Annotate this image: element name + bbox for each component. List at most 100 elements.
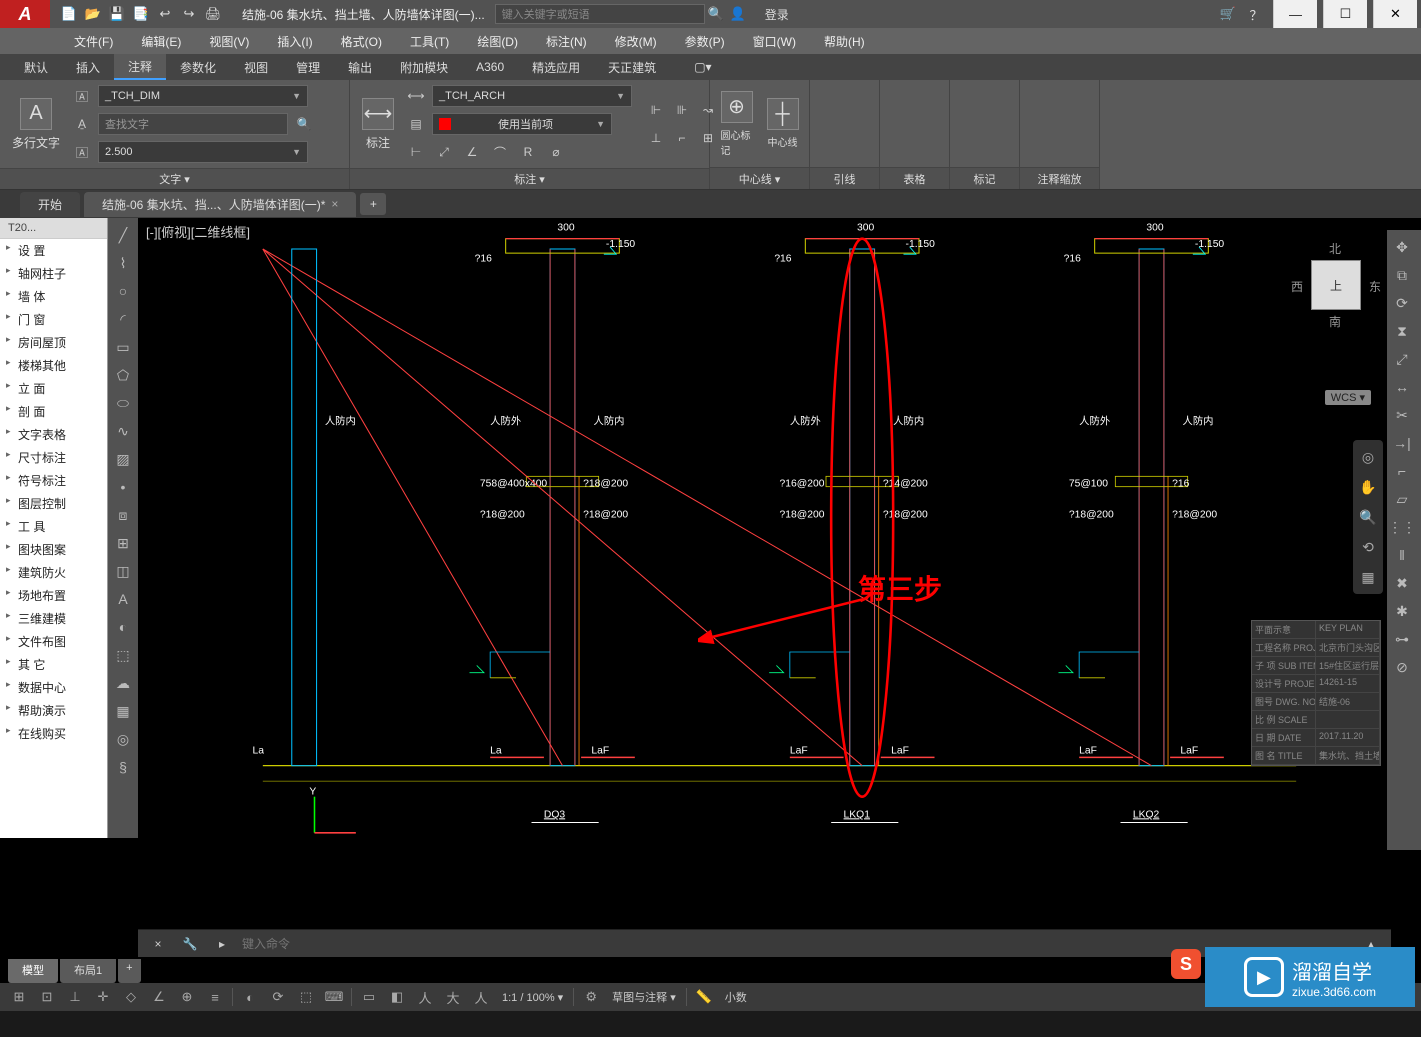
block-icon[interactable]: ⧈ — [110, 502, 136, 528]
polygon-icon[interactable]: ⬠ — [110, 362, 136, 388]
move-icon[interactable]: ✥ — [1389, 234, 1415, 260]
palette-item-9[interactable]: 尺寸标注 — [0, 446, 107, 469]
rtab-insert[interactable]: 插入 — [62, 54, 114, 80]
mtext-button[interactable]: A 多行文字 — [8, 94, 64, 155]
grid-icon[interactable]: ⊡ — [34, 986, 60, 1008]
menu-dim[interactable]: 标注(N) — [532, 28, 601, 54]
ellipse-icon[interactable]: ⬭ — [110, 390, 136, 416]
line-icon[interactable]: ╱ — [110, 222, 136, 248]
lwt-icon[interactable]: ≡ — [202, 986, 228, 1008]
menu-param[interactable]: 参数(P) — [671, 28, 739, 54]
boundary-icon[interactable]: ⬚ — [110, 642, 136, 668]
palette-item-12[interactable]: 工 具 — [0, 515, 107, 538]
minimize-button[interactable]: — — [1273, 0, 1317, 28]
circle-icon[interactable]: ○ — [110, 278, 136, 304]
offset-icon[interactable]: ‖ — [1389, 542, 1415, 568]
transp-icon[interactable]: ◐ — [237, 986, 263, 1008]
rtab-a360[interactable]: A360 — [462, 54, 518, 80]
dim-layer-dropdown[interactable]: 使用当前项▼ — [432, 113, 612, 135]
extend-icon[interactable]: →| — [1389, 430, 1415, 456]
fillet-icon[interactable]: ⌐ — [1389, 458, 1415, 484]
dyninput-icon[interactable]: ⌨ — [321, 986, 347, 1008]
wipeout-icon[interactable]: ▦ — [110, 698, 136, 724]
ortho-icon[interactable]: ⊥ — [62, 986, 88, 1008]
status-scale[interactable]: 1:1 / 100% ▾ — [496, 991, 569, 1004]
rtab-output[interactable]: 输出 — [334, 54, 386, 80]
showmotion-icon[interactable]: ▦ — [1355, 564, 1381, 590]
dyn-icon[interactable]: ⊕ — [174, 986, 200, 1008]
point-icon[interactable]: • — [110, 474, 136, 500]
palette-item-11[interactable]: 图层控制 — [0, 492, 107, 515]
osnap-icon[interactable]: ◇ — [118, 986, 144, 1008]
palette-item-3[interactable]: 门 窗 — [0, 308, 107, 331]
dim-angular-icon[interactable]: ∠ — [460, 140, 484, 164]
cube-east[interactable]: 东 — [1369, 278, 1381, 295]
palette-item-21[interactable]: 在线购买 — [0, 722, 107, 745]
palette-item-20[interactable]: 帮助演示 — [0, 699, 107, 722]
palette-item-2[interactable]: 墙 体 — [0, 285, 107, 308]
3dosnap-icon[interactable]: ⬚ — [293, 986, 319, 1008]
palette-item-19[interactable]: 数据中心 — [0, 676, 107, 699]
polar-icon[interactable]: ✛ — [90, 986, 116, 1008]
cube-west[interactable]: 西 — [1291, 278, 1303, 295]
palette-item-0[interactable]: 设 置 — [0, 239, 107, 262]
palette-item-1[interactable]: 轴网柱子 — [0, 262, 107, 285]
rtab-annotate[interactable]: 注释 — [114, 54, 166, 80]
status-units[interactable]: 小数 — [719, 989, 753, 1005]
qat-save-icon[interactable]: 💾 — [106, 3, 128, 25]
region-icon[interactable]: ◫ — [110, 558, 136, 584]
trim-icon[interactable]: ✂ — [1389, 402, 1415, 428]
rtab-tangent[interactable]: 天正建筑 — [594, 54, 670, 80]
menu-file[interactable]: 文件(F) — [60, 28, 127, 54]
palette-item-4[interactable]: 房间屋顶 — [0, 331, 107, 354]
stretch-icon[interactable]: ↔ — [1389, 374, 1415, 400]
tab-close-icon[interactable]: × — [331, 197, 338, 211]
rtab-default[interactable]: 默认 — [10, 54, 62, 80]
drawing-canvas[interactable]: [-][俯视][二维线框] 300DQ3LaLaF人防外人防内758@400x4… — [138, 218, 1421, 838]
panel-title-center[interactable]: 中心线 ▾ — [710, 167, 809, 189]
rtab-featured[interactable]: 精选应用 — [518, 54, 594, 80]
qat-open-icon[interactable]: 📂 — [82, 3, 104, 25]
otrack-icon[interactable]: ∠ — [146, 986, 172, 1008]
palette-item-14[interactable]: 建筑防火 — [0, 561, 107, 584]
palette-item-10[interactable]: 符号标注 — [0, 469, 107, 492]
hatch-icon[interactable]: ▨ — [110, 446, 136, 472]
table-icon[interactable]: ⊞ — [110, 530, 136, 556]
rtab-toggle[interactable]: ▢▾ — [680, 54, 725, 80]
tab-add-button[interactable]: + — [360, 193, 386, 215]
spline-icon[interactable]: ∿ — [110, 418, 136, 444]
anno3-icon[interactable]: 人 — [468, 986, 494, 1008]
qp-icon[interactable]: ▭ — [356, 986, 382, 1008]
command-line[interactable]: × 🔧 ▸ ▴ — [138, 929, 1391, 957]
cmd-tool-icon[interactable]: 🔧 — [178, 932, 202, 956]
panel-title-leader[interactable]: 引线 — [810, 167, 879, 189]
layer-icon[interactable]: ▤ — [404, 112, 428, 136]
search-icon[interactable]: 🔍 — [705, 3, 727, 25]
gradient-icon[interactable]: ◐ — [110, 614, 136, 640]
menu-tools[interactable]: 工具(T) — [396, 28, 463, 54]
dimstyle-icon[interactable]: ⟷ — [404, 84, 428, 108]
centermark-button[interactable]: ⊕ 圆心标记 — [717, 87, 757, 161]
join-icon[interactable]: ⊶ — [1389, 626, 1415, 652]
help-icon[interactable]: ？ — [1245, 3, 1267, 25]
tab-start[interactable]: 开始 — [20, 192, 80, 217]
rtab-manage[interactable]: 管理 — [282, 54, 334, 80]
status-workspace[interactable]: 草图与注释 ▾ — [606, 989, 682, 1005]
text-icon[interactable]: A — [110, 586, 136, 612]
break-icon[interactable]: ⊘ — [1389, 654, 1415, 680]
palette-item-6[interactable]: 立 面 — [0, 377, 107, 400]
palette-item-13[interactable]: 图块图案 — [0, 538, 107, 561]
wcs-label[interactable]: WCS ▾ — [1325, 390, 1371, 405]
rtab-parametric[interactable]: 参数化 — [166, 54, 230, 80]
palette-item-18[interactable]: 其 它 — [0, 653, 107, 676]
tab-layout1[interactable]: 布局1 — [60, 959, 116, 983]
menu-view[interactable]: 视图(V) — [195, 28, 263, 54]
dim-button[interactable]: ⟷ 标注 — [358, 94, 398, 155]
user-icon[interactable]: 👤 — [727, 3, 749, 25]
units-icon[interactable]: 📏 — [691, 986, 717, 1008]
find-icon[interactable]: A̱ — [70, 112, 94, 136]
cube-south[interactable]: 南 — [1329, 313, 1341, 330]
rtab-view[interactable]: 视图 — [230, 54, 282, 80]
panel-title-text[interactable]: 文字 ▾ — [0, 168, 349, 189]
cmd-close-icon[interactable]: × — [146, 932, 170, 956]
